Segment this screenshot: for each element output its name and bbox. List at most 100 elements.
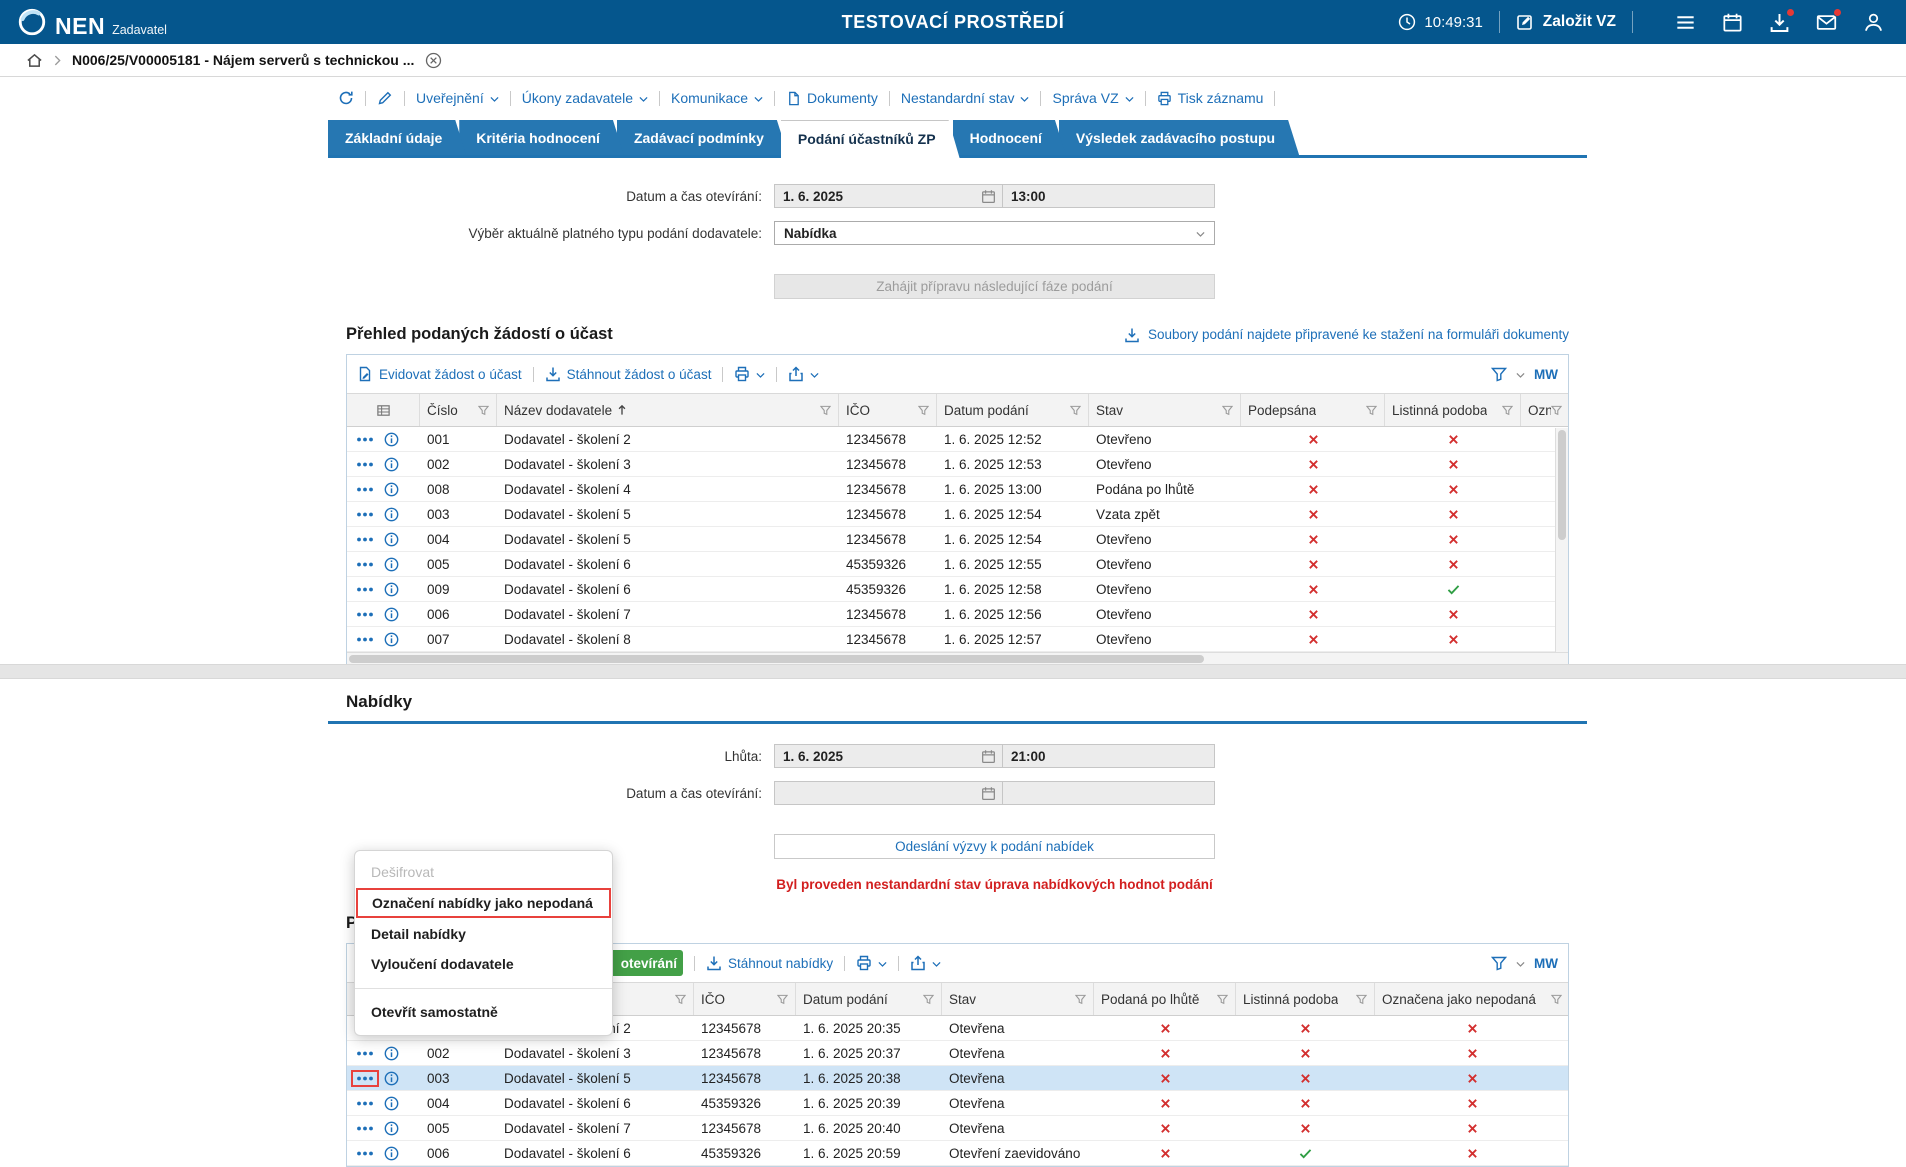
chevron-down-icon[interactable]: [1516, 372, 1525, 379]
scrollbar-thumb[interactable]: [1558, 430, 1566, 540]
column-header-datum-podani[interactable]: Datum podání: [937, 394, 1089, 426]
column-filter-icon[interactable]: [1075, 994, 1086, 1005]
table-row[interactable]: 001Dodavatel - školení 2123456781. 6. 20…: [347, 427, 1568, 452]
row-menu-icon[interactable]: [356, 461, 374, 468]
column-header-cislo[interactable]: Číslo: [420, 394, 497, 426]
column-filter-icon[interactable]: [1551, 994, 1562, 1005]
nen-logo[interactable]: NEN Zadavatel: [16, 6, 167, 38]
row-info-icon[interactable]: [384, 1071, 399, 1086]
send-offer-call-button[interactable]: Odeslání výzvy k podání nabídek: [774, 834, 1215, 859]
column-filter-icon[interactable]: [1502, 405, 1513, 416]
column-filter-icon[interactable]: [1551, 405, 1562, 416]
toolbar-item-ukony-zadavatele[interactable]: Úkony zadavatele: [522, 90, 648, 106]
export-button[interactable]: [910, 955, 941, 971]
row-info-icon[interactable]: [384, 532, 399, 547]
calendar-small-icon[interactable]: [981, 189, 996, 204]
table-row[interactable]: 004Dodavatel - školení 5123456781. 6. 20…: [347, 527, 1568, 552]
row-menu-icon[interactable]: [356, 1075, 374, 1082]
row-info-icon[interactable]: [384, 507, 399, 522]
view-mode-toggle[interactable]: MW: [1534, 956, 1558, 971]
row-menu-icon[interactable]: [356, 1125, 374, 1132]
row-menu-icon[interactable]: [356, 611, 374, 618]
menu-icon[interactable]: [1675, 12, 1696, 33]
table-row[interactable]: 005Dodavatel - školení 6453593261. 6. 20…: [347, 552, 1568, 577]
row-info-icon[interactable]: [384, 457, 399, 472]
column-header-stav[interactable]: Stav: [1089, 394, 1241, 426]
start-next-phase-button[interactable]: Zahájit přípravu následující fáze podání: [774, 274, 1215, 299]
toolbar-item-komunikace[interactable]: Komunikace: [671, 90, 763, 106]
toolbar-item-nestandardni-stav[interactable]: Nestandardní stav: [901, 90, 1030, 106]
column-filter-icon[interactable]: [918, 405, 929, 416]
row-info-icon[interactable]: [384, 482, 399, 497]
calendar-small-icon[interactable]: [981, 749, 996, 764]
submission-type-select[interactable]: Nabídka: [774, 221, 1215, 245]
tab-podani-ucastniku-zp[interactable]: Podání účastníků ZP: [781, 120, 960, 158]
opening-date-part[interactable]: 1. 6. 2025: [775, 185, 1003, 207]
table-row[interactable]: 003Dodavatel - školení 5123456781. 6. 20…: [347, 502, 1568, 527]
download-request-button[interactable]: Stáhnout žádost o účast: [545, 366, 712, 382]
close-record-icon[interactable]: [425, 52, 442, 69]
submission-files-link[interactable]: Soubory podání najdete připravené ke sta…: [1124, 327, 1569, 343]
deadline-date-part[interactable]: 1. 6. 2025: [775, 745, 1003, 767]
tab-hodnoceni[interactable]: Hodnocení: [953, 120, 1066, 155]
pencil-button[interactable]: [377, 90, 393, 106]
export-button[interactable]: [788, 366, 819, 382]
column-filter-icon[interactable]: [1356, 994, 1367, 1005]
table-row[interactable]: 008Dodavatel - školení 4123456781. 6. 20…: [347, 477, 1568, 502]
scrollbar-thumb[interactable]: [349, 655, 1204, 663]
row-info-icon[interactable]: [384, 607, 399, 622]
toolbar-item-dokumenty[interactable]: Dokumenty: [786, 90, 878, 106]
table-row[interactable]: 003Dodavatel - školení 5123456781. 6. 20…: [347, 1066, 1568, 1091]
home-icon[interactable]: [26, 52, 43, 69]
row-info-icon[interactable]: [384, 432, 399, 447]
row-info-icon[interactable]: [384, 1096, 399, 1111]
column-filter-icon[interactable]: [923, 994, 934, 1005]
download-offers-button[interactable]: Stáhnout nabídky: [706, 955, 833, 971]
row-menu-icon[interactable]: [356, 436, 374, 443]
column-filter-icon[interactable]: [820, 405, 831, 416]
column-filter-icon[interactable]: [675, 994, 686, 1005]
row-menu-icon[interactable]: [356, 486, 374, 493]
deadline-time-part[interactable]: 21:00: [1003, 745, 1214, 767]
opening-time-part[interactable]: 13:00: [1003, 185, 1214, 207]
filter-icon[interactable]: [1491, 955, 1507, 971]
table-row[interactable]: 005Dodavatel - školení 7123456781. 6. 20…: [347, 1116, 1568, 1141]
messages-icon[interactable]: [1816, 12, 1837, 33]
column-filter-icon[interactable]: [1217, 994, 1228, 1005]
tab-zadavaci-podminky[interactable]: Zadávací podmínky: [617, 120, 788, 155]
column-filter-icon[interactable]: [777, 994, 788, 1005]
print-button[interactable]: [734, 366, 765, 382]
row-info-icon[interactable]: [384, 1046, 399, 1061]
row-info-icon[interactable]: [384, 582, 399, 597]
row-info-icon[interactable]: [384, 632, 399, 647]
menu-item-oznaceni-nabidky-jako-nepodana[interactable]: Označení nabídky jako nepodaná: [356, 888, 611, 918]
offers-opening-datetime-field[interactable]: [774, 781, 1215, 805]
calendar-small-icon[interactable]: [981, 786, 996, 801]
toolbar-item-uverejneni[interactable]: Uveřejnění: [416, 90, 499, 106]
row-menu-icon[interactable]: [356, 1050, 374, 1057]
table-row[interactable]: 002Dodavatel - školení 3123456781. 6. 20…: [347, 452, 1568, 477]
row-menu-icon[interactable]: [356, 1100, 374, 1107]
column-header-nazev-dodavatele[interactable]: Název dodavatele: [497, 394, 839, 426]
menu-item-vylouceni-dodavatele[interactable]: Vyloučení dodavatele: [355, 949, 612, 979]
column-filter-icon[interactable]: [1366, 405, 1377, 416]
offers-opening-date-part[interactable]: [775, 782, 1003, 804]
vertical-scrollbar[interactable]: [1555, 428, 1568, 652]
deadline-datetime-field[interactable]: 1. 6. 2025 21:00: [774, 744, 1215, 768]
row-menu-icon[interactable]: [356, 511, 374, 518]
row-info-icon[interactable]: [384, 557, 399, 572]
column-filter-icon[interactable]: [1070, 405, 1081, 416]
column-header-ico[interactable]: IČO: [694, 983, 796, 1015]
column-header-oznacena-jako-nepodana[interactable]: Označena jako nepodaná: [1375, 983, 1569, 1015]
tab-zakladni-udaje[interactable]: Základní údaje: [328, 120, 466, 155]
table-row[interactable]: 004Dodavatel - školení 6453593261. 6. 20…: [347, 1091, 1568, 1116]
column-header-ico[interactable]: IČO: [839, 394, 937, 426]
chevron-down-icon[interactable]: [1516, 961, 1525, 968]
table-row[interactable]: 007Dodavatel - školení 8123456781. 6. 20…: [347, 627, 1568, 652]
tab-vysledek-zadavaciho-postupu[interactable]: Výsledek zadávacího postupu: [1059, 120, 1299, 155]
row-menu-icon[interactable]: [356, 1150, 374, 1157]
downloads-icon[interactable]: [1769, 12, 1790, 33]
tab-kriteria-hodnoceni[interactable]: Kritéria hodnocení: [459, 120, 624, 155]
column-header-listinna-podoba[interactable]: Listinná podoba: [1236, 983, 1375, 1015]
column-header-oznace[interactable]: Označe: [1521, 394, 1569, 426]
